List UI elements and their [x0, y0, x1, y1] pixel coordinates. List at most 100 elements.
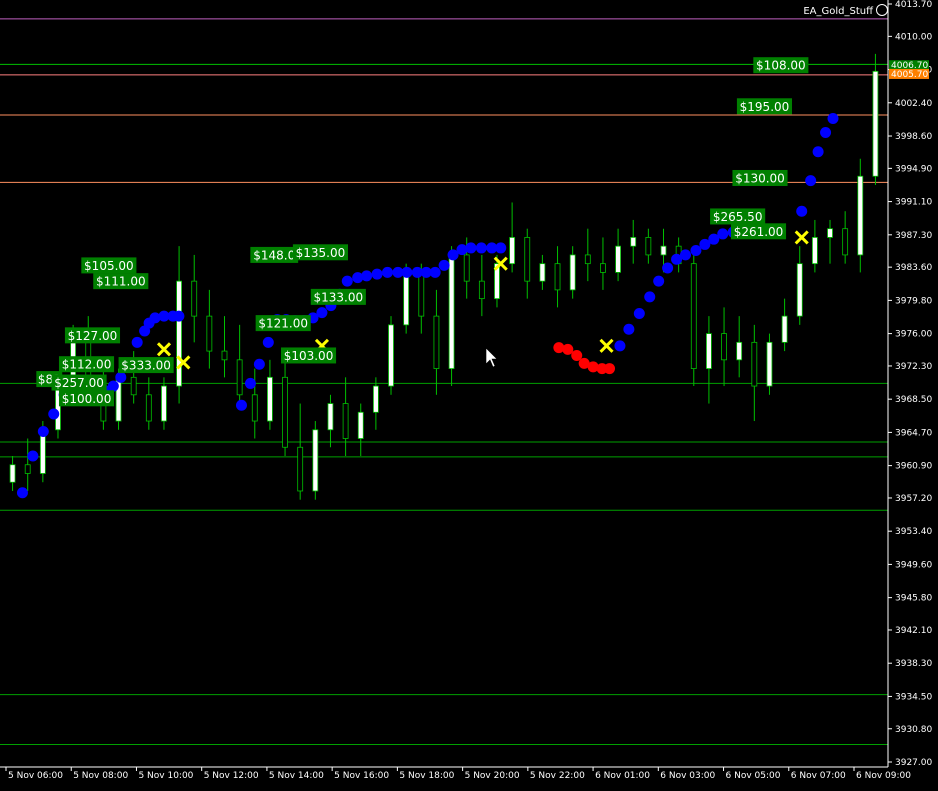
trade-label-text: $108.00	[756, 59, 806, 73]
candle-body	[554, 263, 561, 291]
y-tick-label: 3972.30	[895, 362, 932, 372]
candle-body	[615, 245, 621, 273]
trend-dot-up	[623, 323, 635, 335]
price-tag-text: 4005.70	[891, 70, 928, 80]
trend-dot-up	[16, 487, 28, 499]
trade-label-text: $135.00	[296, 246, 346, 260]
trend-dot-up	[244, 377, 256, 389]
trade-label-text: $112.00	[62, 358, 112, 372]
y-tick-label: 3983.60	[895, 263, 932, 273]
trade-label-text: $265.50	[713, 210, 763, 224]
trend-dot-up	[235, 399, 247, 411]
trade-label-text: $130.00	[735, 171, 785, 185]
candle-body	[418, 272, 425, 317]
y-tick-label: 3968.50	[895, 395, 932, 405]
trade-label-text: $127.00	[68, 329, 118, 343]
x-tick-label: 6 Nov 07:00	[791, 771, 846, 781]
trend-dot-up	[107, 380, 119, 392]
trade-label-text: $261.00	[734, 225, 784, 239]
candle-body	[781, 315, 788, 343]
trend-dot-up	[662, 262, 674, 274]
candle-body	[24, 464, 31, 474]
y-tick-label: 4010.00	[895, 32, 932, 42]
y-tick-label: 3964.70	[895, 428, 932, 438]
candle-body	[721, 333, 727, 361]
y-tick-label: 3998.60	[895, 132, 932, 142]
candle-body	[524, 237, 531, 282]
x-tick-label: 5 Nov 16:00	[334, 771, 389, 781]
candle-body	[842, 228, 849, 256]
trend-dot-up	[644, 291, 656, 303]
trend-dot-up	[680, 249, 691, 261]
candle-body	[282, 376, 288, 448]
candle-body	[827, 228, 833, 238]
x-tick-label: 6 Nov 03:00	[660, 771, 715, 781]
trend-dot-up	[429, 266, 441, 278]
x-tick-label: 6 Nov 09:00	[856, 771, 911, 781]
y-tick-label: 3930.80	[895, 725, 932, 735]
trend-dot-up	[717, 228, 729, 240]
candle-body	[342, 403, 349, 439]
candle-body	[388, 324, 394, 387]
trade-label-text: $111.00	[96, 275, 146, 289]
candle-body	[372, 385, 379, 413]
indicator-name: EA_Gold_Stuff	[803, 4, 888, 17]
trend-dot-up	[253, 358, 265, 370]
y-tick-label: 3960.90	[895, 462, 932, 472]
x-tick-label: 5 Nov 22:00	[530, 771, 585, 781]
trend-dot-up	[27, 450, 39, 462]
trend-dot-down	[562, 343, 574, 355]
trade-label-text: $121.00	[258, 317, 308, 331]
x-tick-label: 5 Nov 12:00	[204, 771, 259, 781]
candle-body	[736, 341, 743, 361]
y-tick-label: 4013.70	[895, 0, 932, 10]
y-tick-label: 3942.10	[895, 626, 932, 636]
trade-label-text: $103.00	[284, 349, 334, 363]
price-chart[interactable]: $105.00$111.00$127.00$112.00 $333.00$82$2…	[0, 0, 938, 791]
candle-body	[221, 350, 228, 361]
y-tick-label: 3927.00	[895, 758, 932, 768]
x-tick-label: 5 Nov 18:00	[399, 771, 454, 781]
indicator-name-text: EA_Gold_Stuff	[803, 6, 873, 17]
candle-body	[448, 254, 455, 369]
trend-dot-up	[361, 270, 373, 282]
candle-body	[297, 446, 304, 492]
candle-body	[357, 411, 364, 439]
y-tick-label: 3953.40	[895, 527, 932, 537]
smiley-icon	[876, 4, 888, 16]
trade-label-text: $148.0	[253, 248, 295, 262]
trend-dot-down	[604, 363, 616, 375]
candle-body	[630, 237, 637, 247]
candle-body	[206, 315, 213, 352]
trend-dot-up	[382, 266, 393, 278]
candle-body	[267, 376, 273, 422]
y-tick-label: 3991.10	[895, 198, 932, 208]
y-tick-label: 4002.40	[895, 99, 932, 109]
candle-body	[145, 394, 152, 422]
candle-body	[811, 237, 818, 265]
candle-body	[796, 263, 803, 317]
candle-body	[463, 254, 470, 282]
candle-body	[600, 263, 606, 273]
y-tick-label: 3957.20	[895, 494, 932, 504]
trend-dot-up	[131, 336, 143, 348]
candle-body	[509, 237, 516, 265]
trade-label-text: $333.00	[121, 359, 171, 373]
candle-body	[433, 315, 440, 369]
trade-label-text: $257.00	[54, 376, 104, 390]
trend-dot-up	[495, 242, 507, 254]
trend-dot-up	[341, 275, 353, 287]
x-tick-label: 5 Nov 14:00	[269, 771, 324, 781]
trend-dot-up	[401, 266, 413, 278]
trend-dot-up	[633, 307, 645, 319]
candle-body	[478, 280, 485, 300]
trend-dot-up	[48, 408, 60, 420]
y-tick-label: 3979.80	[895, 296, 932, 306]
y-tick-label: 3934.50	[895, 692, 932, 702]
candle-body	[403, 272, 410, 326]
candle-body	[645, 237, 652, 256]
trend-dot-up	[690, 245, 702, 257]
trend-dot-up	[653, 275, 665, 287]
trend-dot-up	[371, 268, 383, 280]
x-tick-label: 5 Nov 10:00	[138, 771, 193, 781]
